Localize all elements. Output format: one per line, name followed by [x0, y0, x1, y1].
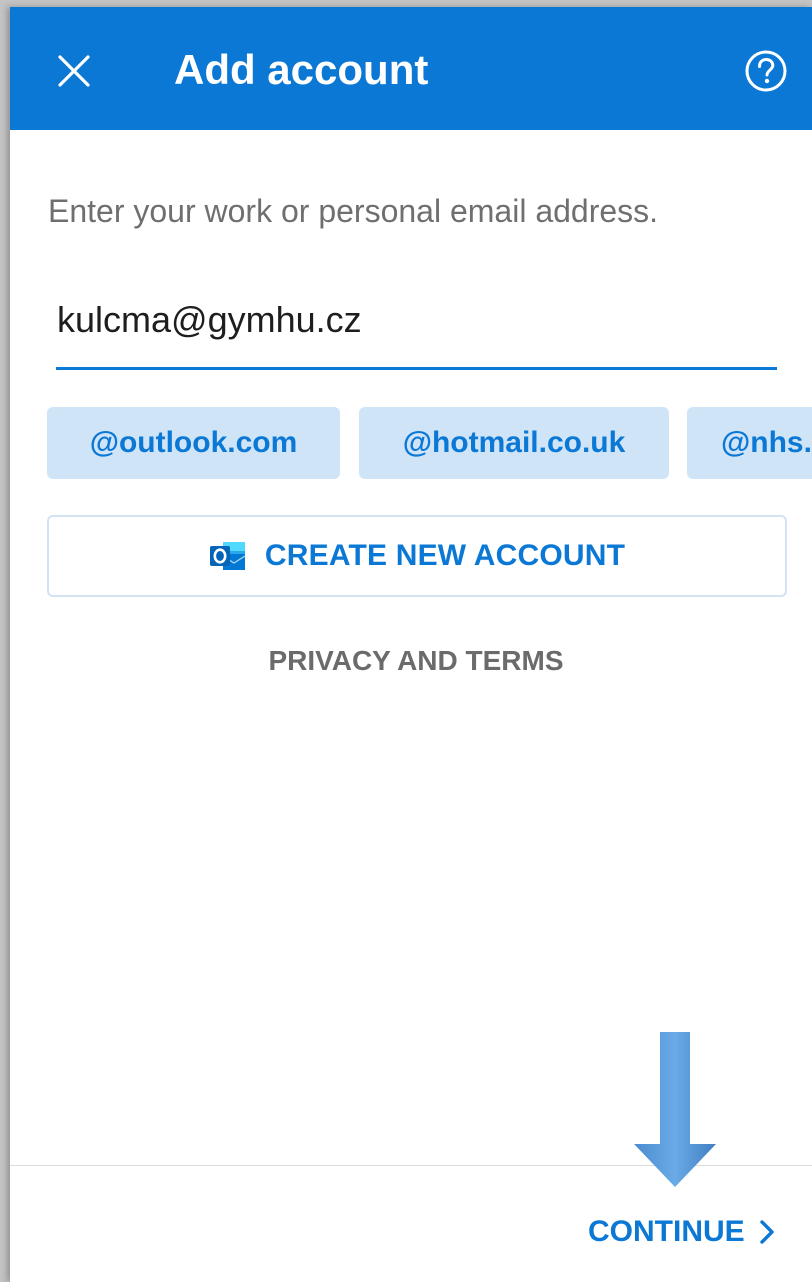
help-circle-icon: [745, 50, 787, 92]
app-window: Add account Enter your work or personal …: [10, 7, 812, 1282]
outlook-logo-icon: [209, 542, 246, 570]
suggestion-chip-label: @outlook.com: [89, 426, 298, 459]
help-button[interactable]: [744, 49, 788, 93]
close-button[interactable]: [54, 51, 94, 91]
suggestion-chip-nhs[interactable]: @nhs.: [687, 407, 812, 479]
suggestion-chip-label: @nhs.: [721, 426, 812, 459]
suggestion-chip-label: @hotmail.co.uk: [402, 426, 626, 459]
page-title: Add account: [174, 46, 429, 93]
app-bar: Add account: [10, 7, 812, 130]
continue-label: CONTINUE: [588, 1215, 745, 1248]
email-field-underline: [56, 367, 777, 370]
continue-button[interactable]: CONTINUE: [588, 1207, 775, 1257]
suggestion-chip-outlook[interactable]: @outlook.com: [47, 407, 340, 479]
email-field[interactable]: [56, 292, 777, 348]
chevron-right-icon: [759, 1220, 774, 1244]
create-new-account-button[interactable]: CREATE NEW ACCOUNT: [47, 515, 787, 597]
email-prompt: Enter your work or personal email addres…: [48, 193, 659, 229]
create-new-account-label: CREATE NEW ACCOUNT: [264, 539, 626, 572]
suggestion-chip-hotmail[interactable]: @hotmail.co.uk: [359, 407, 669, 479]
down-arrow-pointer-icon: [634, 1032, 716, 1187]
close-icon: [58, 55, 90, 87]
privacy-and-terms-link[interactable]: PRIVACY AND TERMS: [10, 645, 812, 677]
